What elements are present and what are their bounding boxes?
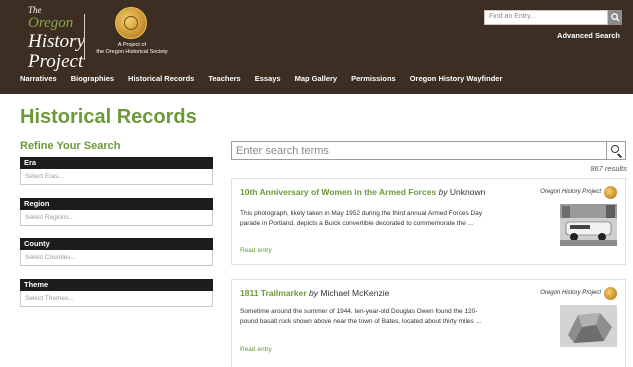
result-title-link[interactable]: 1811 Trailmarker bbox=[240, 288, 307, 298]
seal-caption-line-2: the Oregon Historical Society bbox=[96, 49, 168, 55]
page: The Oregon History Project A Project of … bbox=[0, 0, 633, 367]
site-header: The Oregon History Project A Project of … bbox=[0, 0, 633, 94]
logo-line-history: History bbox=[28, 31, 85, 52]
ohs-seal-icon bbox=[604, 186, 617, 199]
result-author: Unknown bbox=[449, 187, 486, 197]
facet-county: County Select Counties... bbox=[20, 238, 213, 266]
parade-car-photo bbox=[560, 204, 617, 246]
seal-caption: A Project of the Oregon Historical Socie… bbox=[92, 42, 172, 56]
result-thumbnail[interactable] bbox=[560, 204, 617, 246]
result-thumbnail[interactable] bbox=[560, 305, 617, 347]
search-icon-handle bbox=[617, 153, 623, 158]
site-logo[interactable]: The Oregon History Project bbox=[28, 5, 85, 72]
seal-inner-ring bbox=[124, 16, 138, 30]
nav-essays[interactable]: Essays bbox=[255, 74, 281, 86]
result-by: by bbox=[438, 187, 448, 197]
read-entry-link[interactable]: Read entry bbox=[240, 247, 272, 254]
nav-historical-records[interactable]: Historical Records bbox=[128, 74, 194, 86]
logo-line-oregon: Oregon bbox=[28, 15, 74, 31]
search-icon bbox=[610, 13, 620, 22]
facet-region-label: Region bbox=[20, 198, 213, 210]
facet-theme-label: Theme bbox=[20, 279, 213, 291]
facet-county-select[interactable]: Select Counties... bbox=[20, 250, 213, 266]
nav-wayfinder[interactable]: Oregon History Wayfinder bbox=[410, 74, 503, 86]
result-card: 10th Anniversary of Women in the Armed F… bbox=[231, 178, 626, 265]
facet-region-select[interactable]: Select Regions... bbox=[20, 210, 213, 226]
result-source: Oregon History Project bbox=[540, 189, 601, 195]
facet-theme: Theme Select Themes... bbox=[20, 279, 213, 307]
advanced-search-link[interactable]: Advanced Search bbox=[540, 31, 620, 40]
facet-era-select[interactable]: Select Eras... bbox=[20, 169, 213, 185]
ohs-seal-icon bbox=[604, 287, 617, 300]
result-source: Oregon History Project bbox=[540, 290, 601, 296]
rock-photo bbox=[560, 305, 617, 347]
entry-search-input[interactable]: Find an Entry... bbox=[484, 10, 608, 25]
result-by: by bbox=[309, 288, 318, 298]
result-card: 1811 Trailmarker by Michael McKenzie Ore… bbox=[231, 279, 626, 367]
result-title-line: 10th Anniversary of Women in the Armed F… bbox=[240, 187, 485, 197]
page-title: Historical Records bbox=[20, 106, 197, 128]
facet-era: Era Select Eras... bbox=[20, 157, 213, 185]
records-search-button[interactable] bbox=[607, 141, 626, 160]
seal-caption-line-1: A Project of bbox=[117, 42, 147, 48]
results-count: 867 results bbox=[590, 164, 627, 173]
nav-narratives[interactable]: Narratives bbox=[20, 74, 57, 86]
logo-divider bbox=[84, 14, 85, 60]
facet-theme-select[interactable]: Select Themes... bbox=[20, 291, 213, 307]
search-icon bbox=[611, 145, 619, 153]
records-search-input[interactable]: Enter search terms bbox=[231, 141, 607, 160]
nav-map-gallery[interactable]: Map Gallery bbox=[295, 74, 338, 86]
ohs-seal-icon[interactable] bbox=[115, 7, 147, 39]
entry-search-button[interactable] bbox=[608, 10, 622, 25]
nav-teachers[interactable]: Teachers bbox=[208, 74, 240, 86]
facet-region: Region Select Regions... bbox=[20, 198, 213, 226]
refine-search-title: Refine Your Search bbox=[20, 140, 121, 152]
main-nav: Narratives Biographies Historical Record… bbox=[20, 74, 516, 86]
result-title-line: 1811 Trailmarker by Michael McKenzie bbox=[240, 288, 389, 298]
logo-line-the: The bbox=[28, 5, 42, 15]
result-description: This photograph, likely taken in May 195… bbox=[240, 210, 483, 227]
result-title-link[interactable]: 10th Anniversary of Women in the Armed F… bbox=[240, 187, 436, 197]
nav-biographies[interactable]: Biographies bbox=[71, 74, 114, 86]
result-description: Sometime around the summer of 1944, ten-… bbox=[240, 308, 482, 325]
read-entry-link[interactable]: Read entry bbox=[240, 346, 272, 353]
nav-permissions[interactable]: Permissions bbox=[351, 74, 396, 86]
facet-county-label: County bbox=[20, 238, 213, 250]
facet-era-label: Era bbox=[20, 157, 213, 169]
result-author: Michael McKenzie bbox=[320, 288, 390, 298]
logo-line-project: Project bbox=[28, 51, 84, 72]
